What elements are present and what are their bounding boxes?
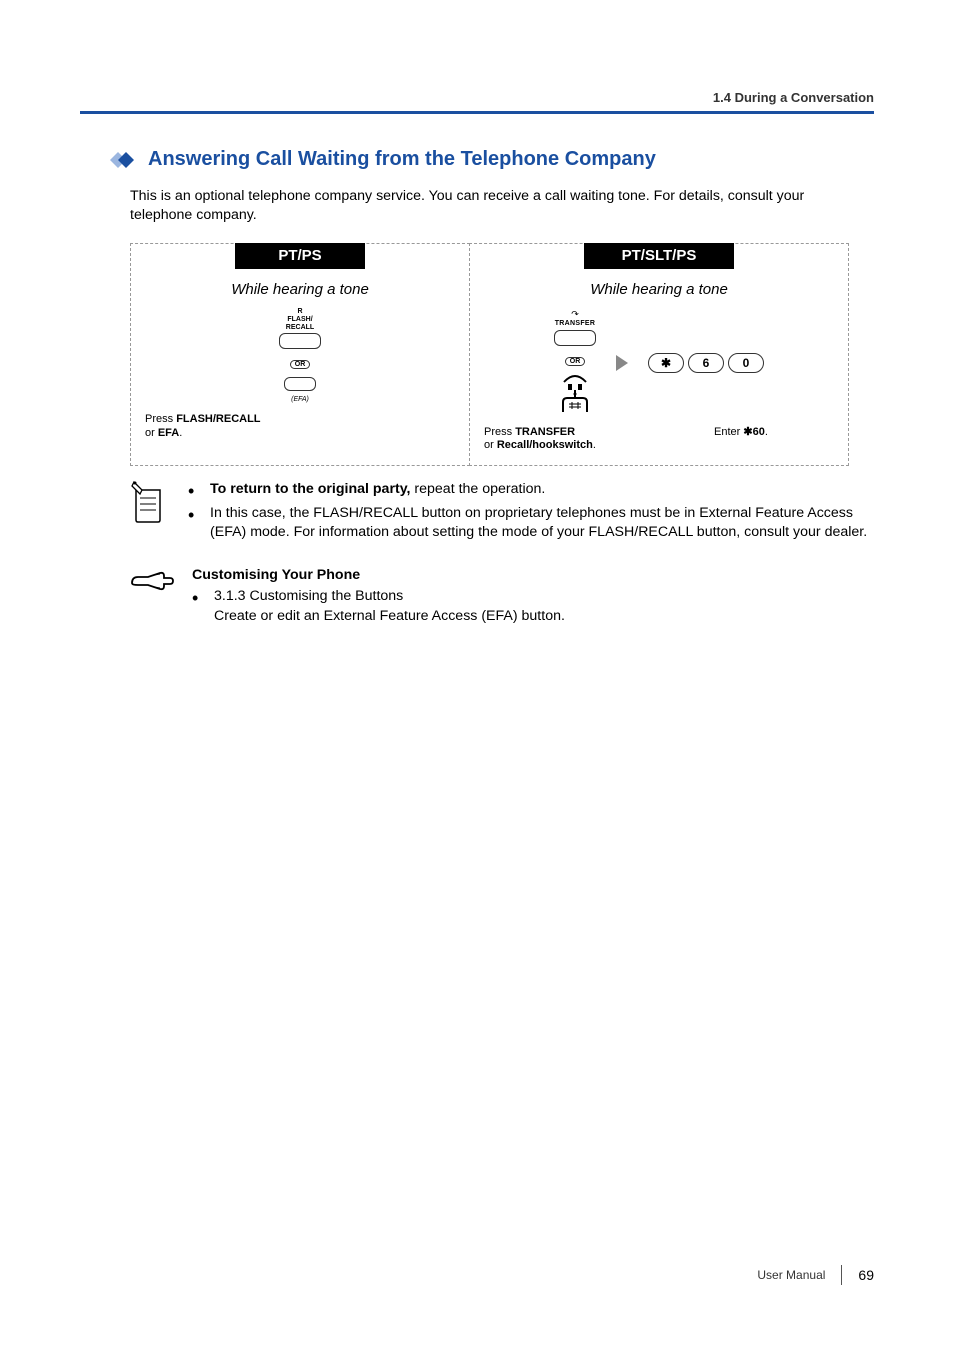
panel-header-left: PT/PS [235, 243, 365, 269]
footer-page-number: 69 [858, 1267, 874, 1283]
pencil-note-icon [130, 480, 170, 548]
panel-left-caption: Press FLASH/RECALL or EFA. [145, 413, 455, 439]
or-label-left: OR [290, 360, 311, 369]
section-title-row: Answering Call Waiting from the Telephon… [110, 148, 874, 171]
customising-block: Customising Your Phone 3.1.3 Customising… [130, 567, 874, 627]
panel-right-caption-right: Enter ✱60. [714, 426, 834, 452]
panel-pt-slt-ps: PT/SLT/PS While hearing a tone ↷ TRANSFE… [469, 243, 849, 465]
note-block: To return to the original party, repeat … [130, 480, 874, 548]
hookswitch-icon [558, 372, 592, 417]
key-6: 6 [688, 353, 724, 373]
arrow-right-icon [616, 355, 628, 371]
running-header: 1.4 During a Conversation [80, 90, 874, 105]
diamond-bullet-icon [110, 152, 138, 168]
panel-right-caption-left: Press TRANSFER or Recall/hookswitch. [484, 426, 686, 452]
flash-recall-key-icon: R FLASH/ RECALL [279, 308, 321, 354]
transfer-key-icon: ↷ TRANSFER [554, 310, 596, 350]
tip-return-original-party: To return to the original party, repeat … [188, 480, 874, 500]
footer-separator [841, 1265, 842, 1285]
customising-bullet: 3.1.3 Customising the Buttons Create or … [192, 587, 874, 627]
key-0: 0 [728, 353, 764, 373]
pointing-hand-icon [130, 567, 174, 627]
footer-label: User Manual [757, 1268, 825, 1282]
dial-sequence: ✱ 6 0 [648, 353, 764, 373]
panel-pt-ps: PT/PS While hearing a tone R FLASH/ RECA… [130, 243, 470, 465]
customising-heading: Customising Your Phone [192, 567, 874, 583]
or-label-right: OR [565, 357, 586, 366]
efa-key-icon: (EFA) [284, 375, 316, 403]
panel-right-subhead: While hearing a tone [470, 281, 848, 298]
intro-paragraph: This is an optional telephone company se… [130, 187, 864, 225]
panel-left-subhead: While hearing a tone [131, 281, 469, 298]
panel-header-right: PT/SLT/PS [584, 243, 734, 269]
header-rule [80, 111, 874, 114]
procedure-panels: PT/PS While hearing a tone R FLASH/ RECA… [130, 243, 874, 465]
tip-efa-mode: In this case, the FLASH/RECALL button on… [188, 504, 874, 544]
transfer-hookswitch-group: ↷ TRANSFER OR [554, 306, 596, 420]
section-title: Answering Call Waiting from the Telephon… [148, 148, 656, 171]
page-footer: User Manual 69 [757, 1265, 874, 1285]
key-star: ✱ [648, 353, 684, 373]
